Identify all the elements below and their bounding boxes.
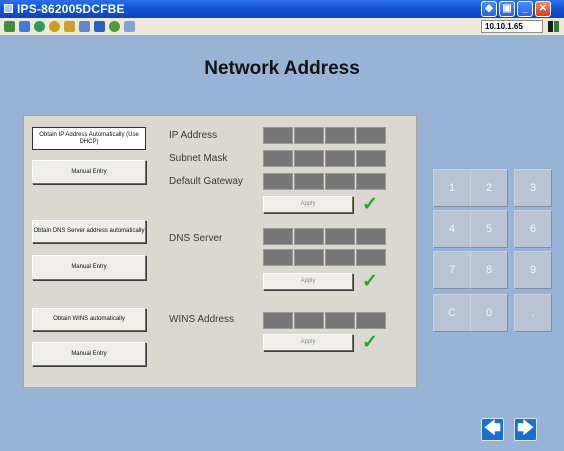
title-bar: IPS-862005DCFBE ◆ ▣ _ ✕ xyxy=(0,0,564,18)
ip-address-label: IP Address xyxy=(169,130,218,141)
ip-address-display: 10.10.1.65 xyxy=(481,20,543,33)
keypad-key-0[interactable]: 0 xyxy=(470,294,508,332)
wins-manual-entry-button[interactable]: Manual Entry xyxy=(32,342,146,366)
dns-primary-octet-2[interactable] xyxy=(294,228,324,245)
ip-address-octet-2[interactable] xyxy=(294,127,324,144)
gateway-octet-3[interactable] xyxy=(325,173,355,190)
ip-check-icon: ✓ xyxy=(362,194,378,215)
ip-address-octet-3[interactable] xyxy=(325,127,355,144)
subnet-mask-octet-4[interactable] xyxy=(356,150,386,167)
obtain-wins-auto-button[interactable]: Obtain WINS automatically xyxy=(32,308,146,331)
gateway-octet-4[interactable] xyxy=(356,173,386,190)
keypad-key-9[interactable]: 9 xyxy=(514,251,552,289)
keypad-key-7[interactable]: 7 xyxy=(433,251,471,289)
obtain-ip-auto-button[interactable]: Obtain IP Address Automatically (Use DHC… xyxy=(32,127,146,150)
ip-apply-button[interactable]: Apply xyxy=(263,196,353,213)
network-icon[interactable] xyxy=(4,21,15,32)
refresh-icon[interactable] xyxy=(49,21,60,32)
subnet-mask-octet-1[interactable] xyxy=(263,150,293,167)
graph-icon[interactable] xyxy=(64,21,75,32)
dns-check-icon: ✓ xyxy=(362,271,378,292)
back-arrow-icon[interactable]: 🡄 xyxy=(481,418,504,441)
obtain-dns-auto-button[interactable]: Obtain DNS Server address automatically xyxy=(32,220,146,243)
dns-server-label: DNS Server xyxy=(169,233,223,244)
chart-icon[interactable] xyxy=(79,21,90,32)
dns-primary-octet-3[interactable] xyxy=(325,228,355,245)
wins-octet-1[interactable] xyxy=(263,312,293,329)
subnet-mask-octet-2[interactable] xyxy=(294,150,324,167)
dns-apply-button[interactable]: Apply xyxy=(263,273,353,290)
subnet-mask-octet-3[interactable] xyxy=(325,150,355,167)
keypad-key-6[interactable]: 6 xyxy=(514,210,552,248)
dns-secondary-octet-2[interactable] xyxy=(294,249,324,266)
signal-icon xyxy=(548,21,560,32)
keypad-key-dot[interactable]: . xyxy=(514,294,552,332)
special-window-button[interactable]: ◆ xyxy=(481,1,497,17)
wins-check-icon: ✓ xyxy=(362,332,378,353)
gateway-octet-2[interactable] xyxy=(294,173,324,190)
dns-primary-octet-4[interactable] xyxy=(356,228,386,245)
default-gateway-label: Default Gateway xyxy=(169,176,243,187)
dns-primary-octet-1[interactable] xyxy=(263,228,293,245)
page-title: Network Address xyxy=(204,58,360,79)
keypad-key-8[interactable]: 8 xyxy=(470,251,508,289)
wins-apply-button[interactable]: Apply xyxy=(263,334,353,351)
search-icon[interactable] xyxy=(109,21,120,32)
keypad-key-4[interactable]: 4 xyxy=(433,210,471,248)
keypad-key-clear[interactable]: C xyxy=(433,294,471,332)
gateway-octet-1[interactable] xyxy=(263,173,293,190)
wins-octet-2[interactable] xyxy=(294,312,324,329)
ip-manual-entry-button[interactable]: Manual Entry xyxy=(32,160,146,184)
dns-manual-entry-button[interactable]: Manual Entry xyxy=(32,255,146,280)
keypad-key-5[interactable]: 5 xyxy=(470,210,508,248)
settings-icon[interactable] xyxy=(124,21,135,32)
forward-arrow-icon[interactable]: 🡆 xyxy=(514,418,537,441)
info-icon[interactable] xyxy=(94,21,105,32)
subnet-mask-label: Subnet Mask xyxy=(169,153,228,164)
dns-secondary-octet-3[interactable] xyxy=(325,249,355,266)
app-icon xyxy=(4,4,13,13)
restore-window-button[interactable]: ▣ xyxy=(499,1,515,17)
globe-icon[interactable] xyxy=(34,21,45,32)
wins-octet-3[interactable] xyxy=(325,312,355,329)
keypad-key-2[interactable]: 2 xyxy=(470,169,508,207)
settings-panel: Obtain IP Address Automatically (Use DHC… xyxy=(23,115,417,388)
ip-address-octet-1[interactable] xyxy=(263,127,293,144)
wins-address-label: WINS Address xyxy=(169,314,235,325)
wins-octet-4[interactable] xyxy=(356,312,386,329)
toolbar: 10.10.1.65 xyxy=(0,18,564,36)
keypad-key-1[interactable]: 1 xyxy=(433,169,471,207)
close-button[interactable]: ✕ xyxy=(535,1,551,17)
dns-secondary-octet-1[interactable] xyxy=(263,249,293,266)
dns-secondary-octet-4[interactable] xyxy=(356,249,386,266)
window-icon[interactable] xyxy=(19,21,30,32)
window-title: IPS-862005DCFBE xyxy=(17,2,125,16)
ip-address-octet-4[interactable] xyxy=(356,127,386,144)
keypad-key-3[interactable]: 3 xyxy=(514,169,552,207)
minimize-button[interactable]: _ xyxy=(517,1,533,17)
